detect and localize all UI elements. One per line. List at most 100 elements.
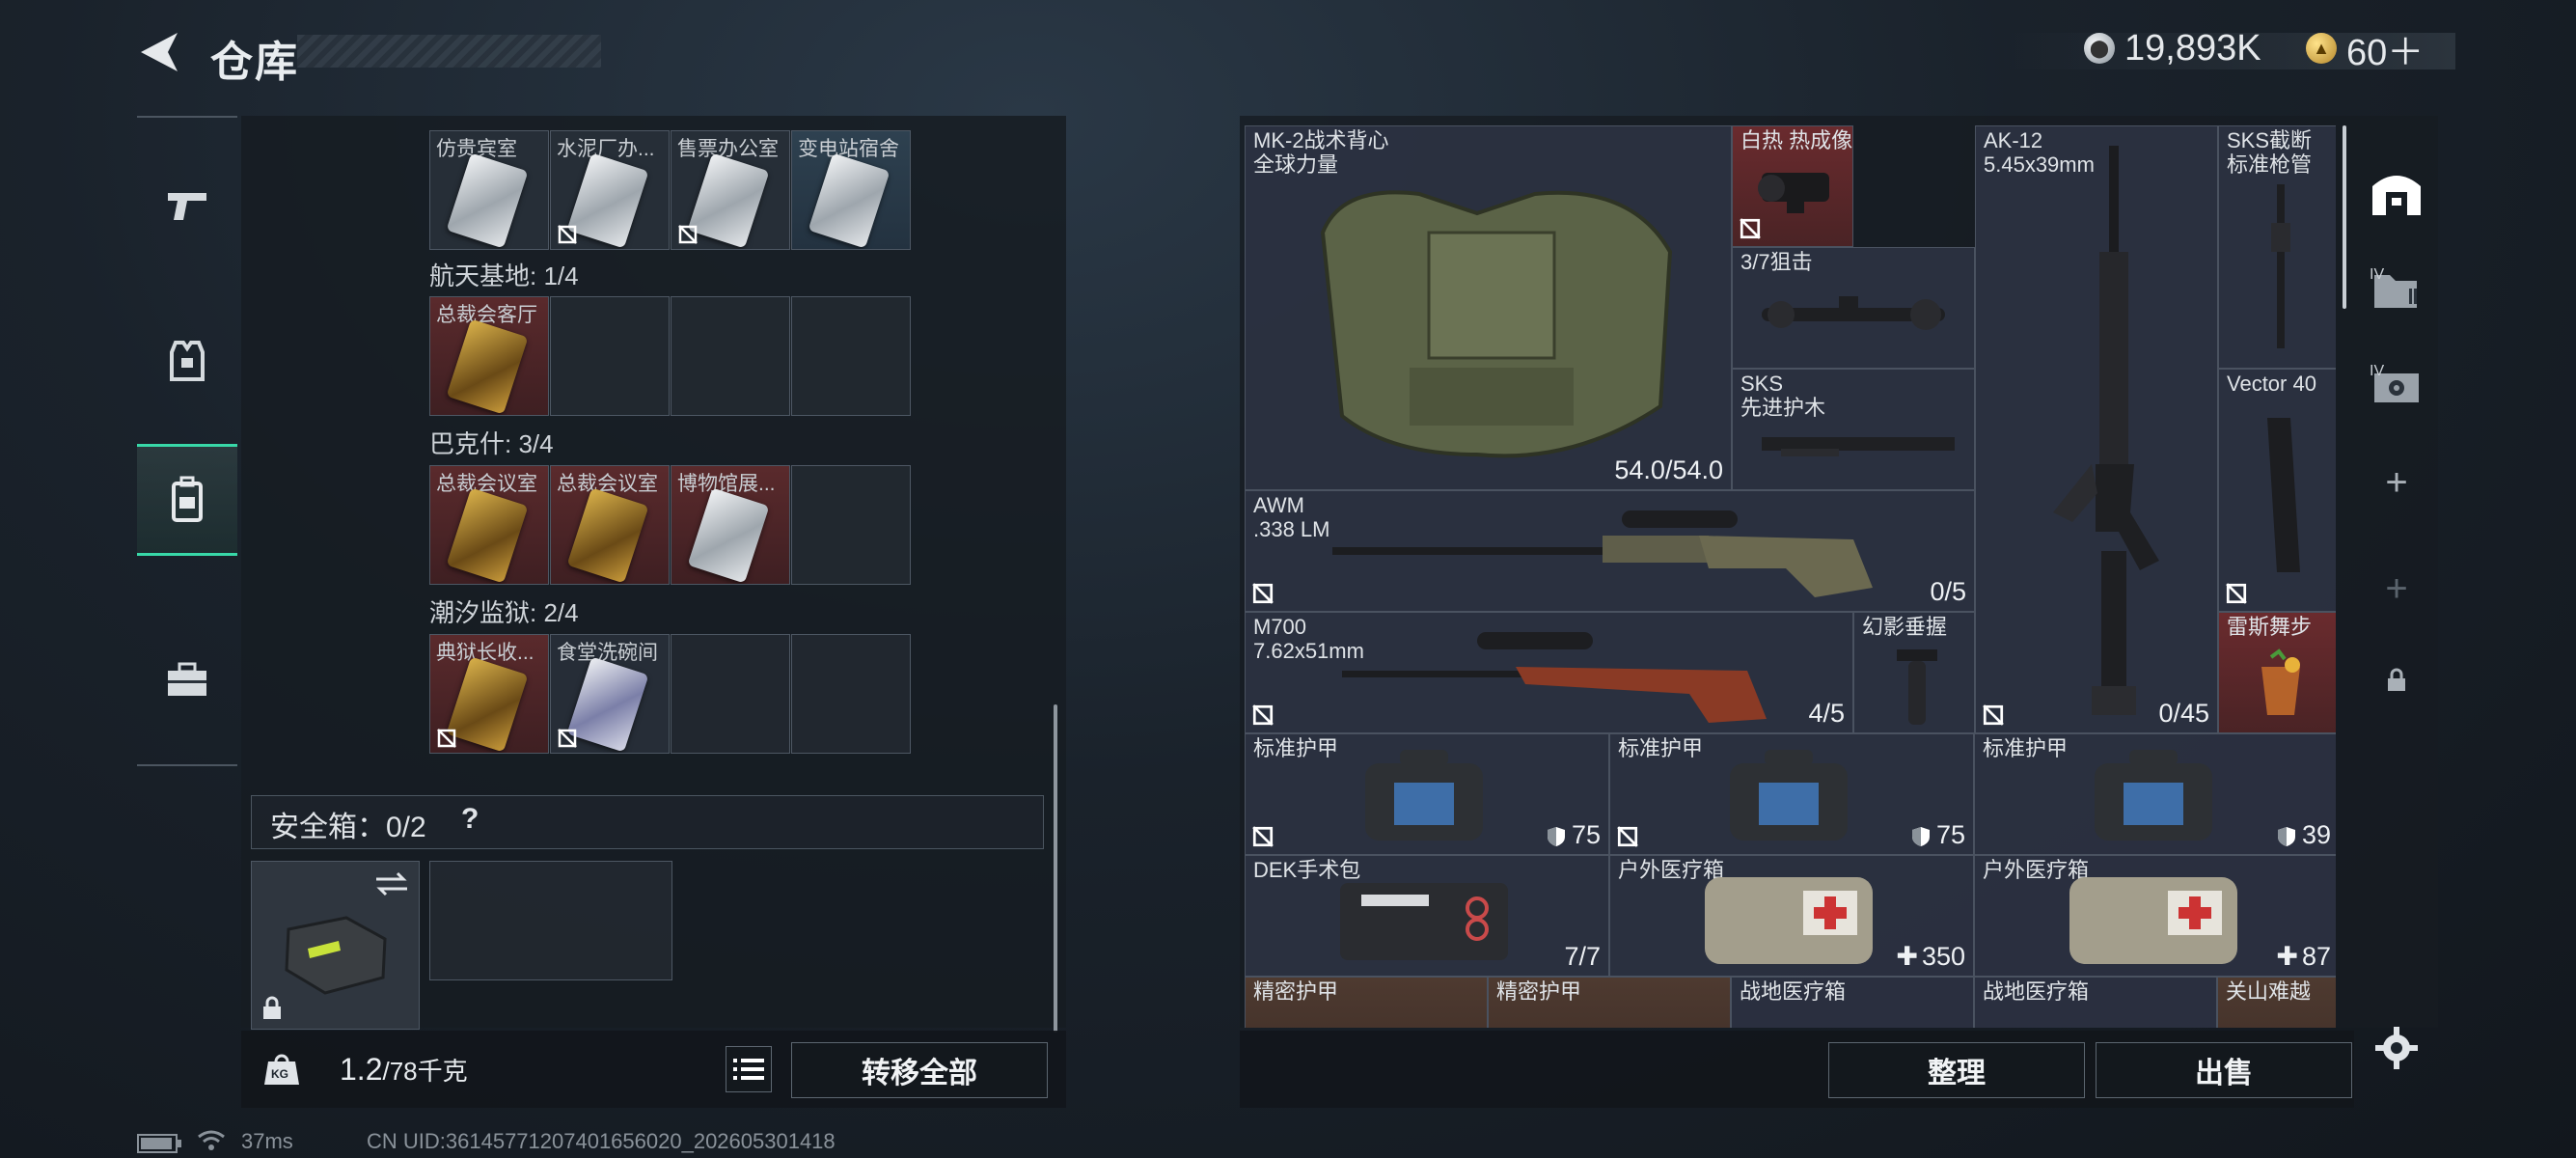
keycard-icon [446,152,529,249]
item-vertical-grip[interactable]: 幻影垂握 [1853,612,1975,733]
safebox-help-icon[interactable]: ? [461,803,479,836]
add-container-button-disabled[interactable]: + [2354,550,2439,627]
item-name: SKS 先进护木 [1740,372,1826,420]
item-heal-value: ✚ 350 [1896,942,1965,971]
stash-grid: MK-2战术背心 全球力量 54.0/54.0 白热 热成像 3/7狙击 SKS 先… [1245,125,2336,1028]
key-slot-9[interactable]: 典狱长收... [429,634,549,754]
sniper-m700-icon [1342,632,1767,723]
sniper-scope-icon [1762,296,1945,330]
settings-gear-icon[interactable] [2373,1025,2420,1071]
item-vector40-mag[interactable]: Vector 40 [2218,369,2336,612]
item-armor-2[interactable]: 标准护甲 75 [1609,733,1974,855]
transfer-all-button[interactable]: 转移全部 [791,1042,1048,1098]
item-awm[interactable]: AWM .338 LM 0/5 [1245,490,1975,612]
tier-label: IV [2370,363,2385,379]
no-insure-icon [1740,218,1761,239]
silver-currency[interactable]: ⬤ 19,893K [2084,27,2261,69]
back-arrow-icon[interactable] [135,29,185,75]
item-surgery-kit[interactable]: DEK手术包 7/7 [1245,855,1609,977]
item-armor-3[interactable]: 标准护甲 39 [1974,733,2336,855]
item-armor-1[interactable]: 标准护甲 75 [1245,733,1609,855]
item-durability: 54.0/54.0 [1614,455,1723,484]
key-slot-8[interactable]: 博物馆展... [671,465,790,585]
item-armor-value: 75 [1547,820,1601,850]
battery-icon [137,1134,181,1153]
keycard-icon [446,318,529,415]
key-slot-6[interactable]: 总裁会议室 [429,465,549,585]
left-scrollbar[interactable] [1054,704,1057,1033]
item-ak12[interactable]: AK-12 5.45x39mm 0/45 [1975,125,2218,733]
item-uses: 7/7 [1564,942,1601,971]
tier-label: IV [2370,266,2385,283]
no-insure-icon [678,225,698,244]
nav-backpack[interactable] [137,444,237,556]
plus-icon: + [2385,460,2408,504]
sort-button[interactable]: 整理 [1828,1042,2085,1098]
medkit-icon [1705,877,1873,964]
keycard-icon [566,656,649,753]
item-guanshan[interactable]: 关山难越 [2217,977,2336,1028]
nav-toolbox[interactable] [137,629,237,730]
keycard-icon [808,152,891,249]
safebox-empty-slot[interactable] [429,861,672,980]
silver-coin-icon: ⬤ [2084,33,2115,64]
keycard-icon [687,152,770,249]
key-slot-7[interactable]: 总裁会议室 [550,465,670,585]
no-insure-icon [1252,704,1274,726]
keycard-icon [687,487,770,584]
empty-slot[interactable] [550,296,670,416]
item-m700[interactable]: M700 7.62x51mm 4/5 [1245,612,1853,733]
key-slot-2[interactable]: 水泥厂办... [550,130,670,250]
list-view-button[interactable] [726,1046,772,1092]
weight-badge: KG [271,1067,288,1081]
empty-slot[interactable] [791,634,911,754]
gold-coin-icon: ▲ [2306,33,2337,64]
item-name: 白热 热成像 [1740,128,1853,152]
item-sniper-scope[interactable]: 3/7狙击 [1732,247,1975,369]
tab-main-stash[interactable] [2354,154,2439,232]
empty-slot[interactable] [791,465,911,585]
stash-scrollbar[interactable] [2343,125,2346,309]
item-field-medkit-2[interactable]: 战地医疗箱 [1974,977,2217,1028]
item-cosmetic-dance[interactable]: 雷斯舞步 [2218,612,2336,733]
nav-weapons[interactable] [137,156,237,257]
item-sks-barrel[interactable]: SKS截断 标准枪管 [2218,125,2336,369]
tab-container-1[interactable]: IV [2354,251,2439,328]
weight-value: 1.2 [340,1052,383,1087]
item-sks-handguard[interactable]: SKS 先进护木 [1732,369,1975,490]
key-slot-1[interactable]: 仿贵宾室 [429,130,549,250]
item-outdoor-medkit-1[interactable]: 户外医疗箱 ✚ 350 [1609,855,1974,977]
wifi-icon [198,1130,225,1150]
rifle-ak12-icon [2053,146,2159,715]
locked-tab[interactable] [2354,642,2439,719]
item-precision-armor-2[interactable]: 精密护甲 [1488,977,1731,1028]
add-container-button[interactable]: + [2354,444,2439,521]
item-name: 雷斯舞步 [2227,615,2313,639]
weight-readout: 1.2/78千克 [340,1052,468,1088]
empty-slot[interactable] [671,634,790,754]
sniper-awm-icon [1332,510,1873,597]
empty-slot[interactable] [791,296,911,416]
shield-icon [1911,826,1930,846]
key-slot-10[interactable]: 食堂洗碗间 [550,634,670,754]
nav-equipment[interactable] [137,311,237,411]
item-outdoor-medkit-2[interactable]: 户外医疗箱 ✚ 87 [1974,855,2336,977]
no-insure-icon [437,729,456,748]
item-thermal-scope[interactable]: 白热 热成像 [1732,125,1853,247]
gold-currency[interactable]: ▲ 60＋ [2306,27,2424,73]
tab-container-2[interactable]: IV [2354,347,2439,425]
item-vest[interactable]: MK-2战术背心 全球力量 54.0/54.0 [1245,125,1732,490]
item-name: Vector 40 [2227,372,2316,396]
key-slot-3[interactable]: 售票办公室 [671,130,790,250]
safebox-slot[interactable] [251,861,420,1030]
item-field-medkit-1[interactable]: 战地医疗箱 [1731,977,1974,1028]
key-slot-4[interactable]: 变电站宿舍 [791,130,911,250]
item-precision-armor-1[interactable]: 精密护甲 [1245,977,1488,1028]
item-name: 幻影垂握 [1862,615,1948,639]
sell-button[interactable]: 出售 [2096,1042,2352,1098]
left-nav [137,116,237,766]
empty-slot[interactable] [671,296,790,416]
item-name: SKS截断 标准枪管 [2227,128,2313,177]
key-slot-5[interactable]: 总裁会客厅 [429,296,549,416]
swap-icon[interactable] [374,869,409,898]
